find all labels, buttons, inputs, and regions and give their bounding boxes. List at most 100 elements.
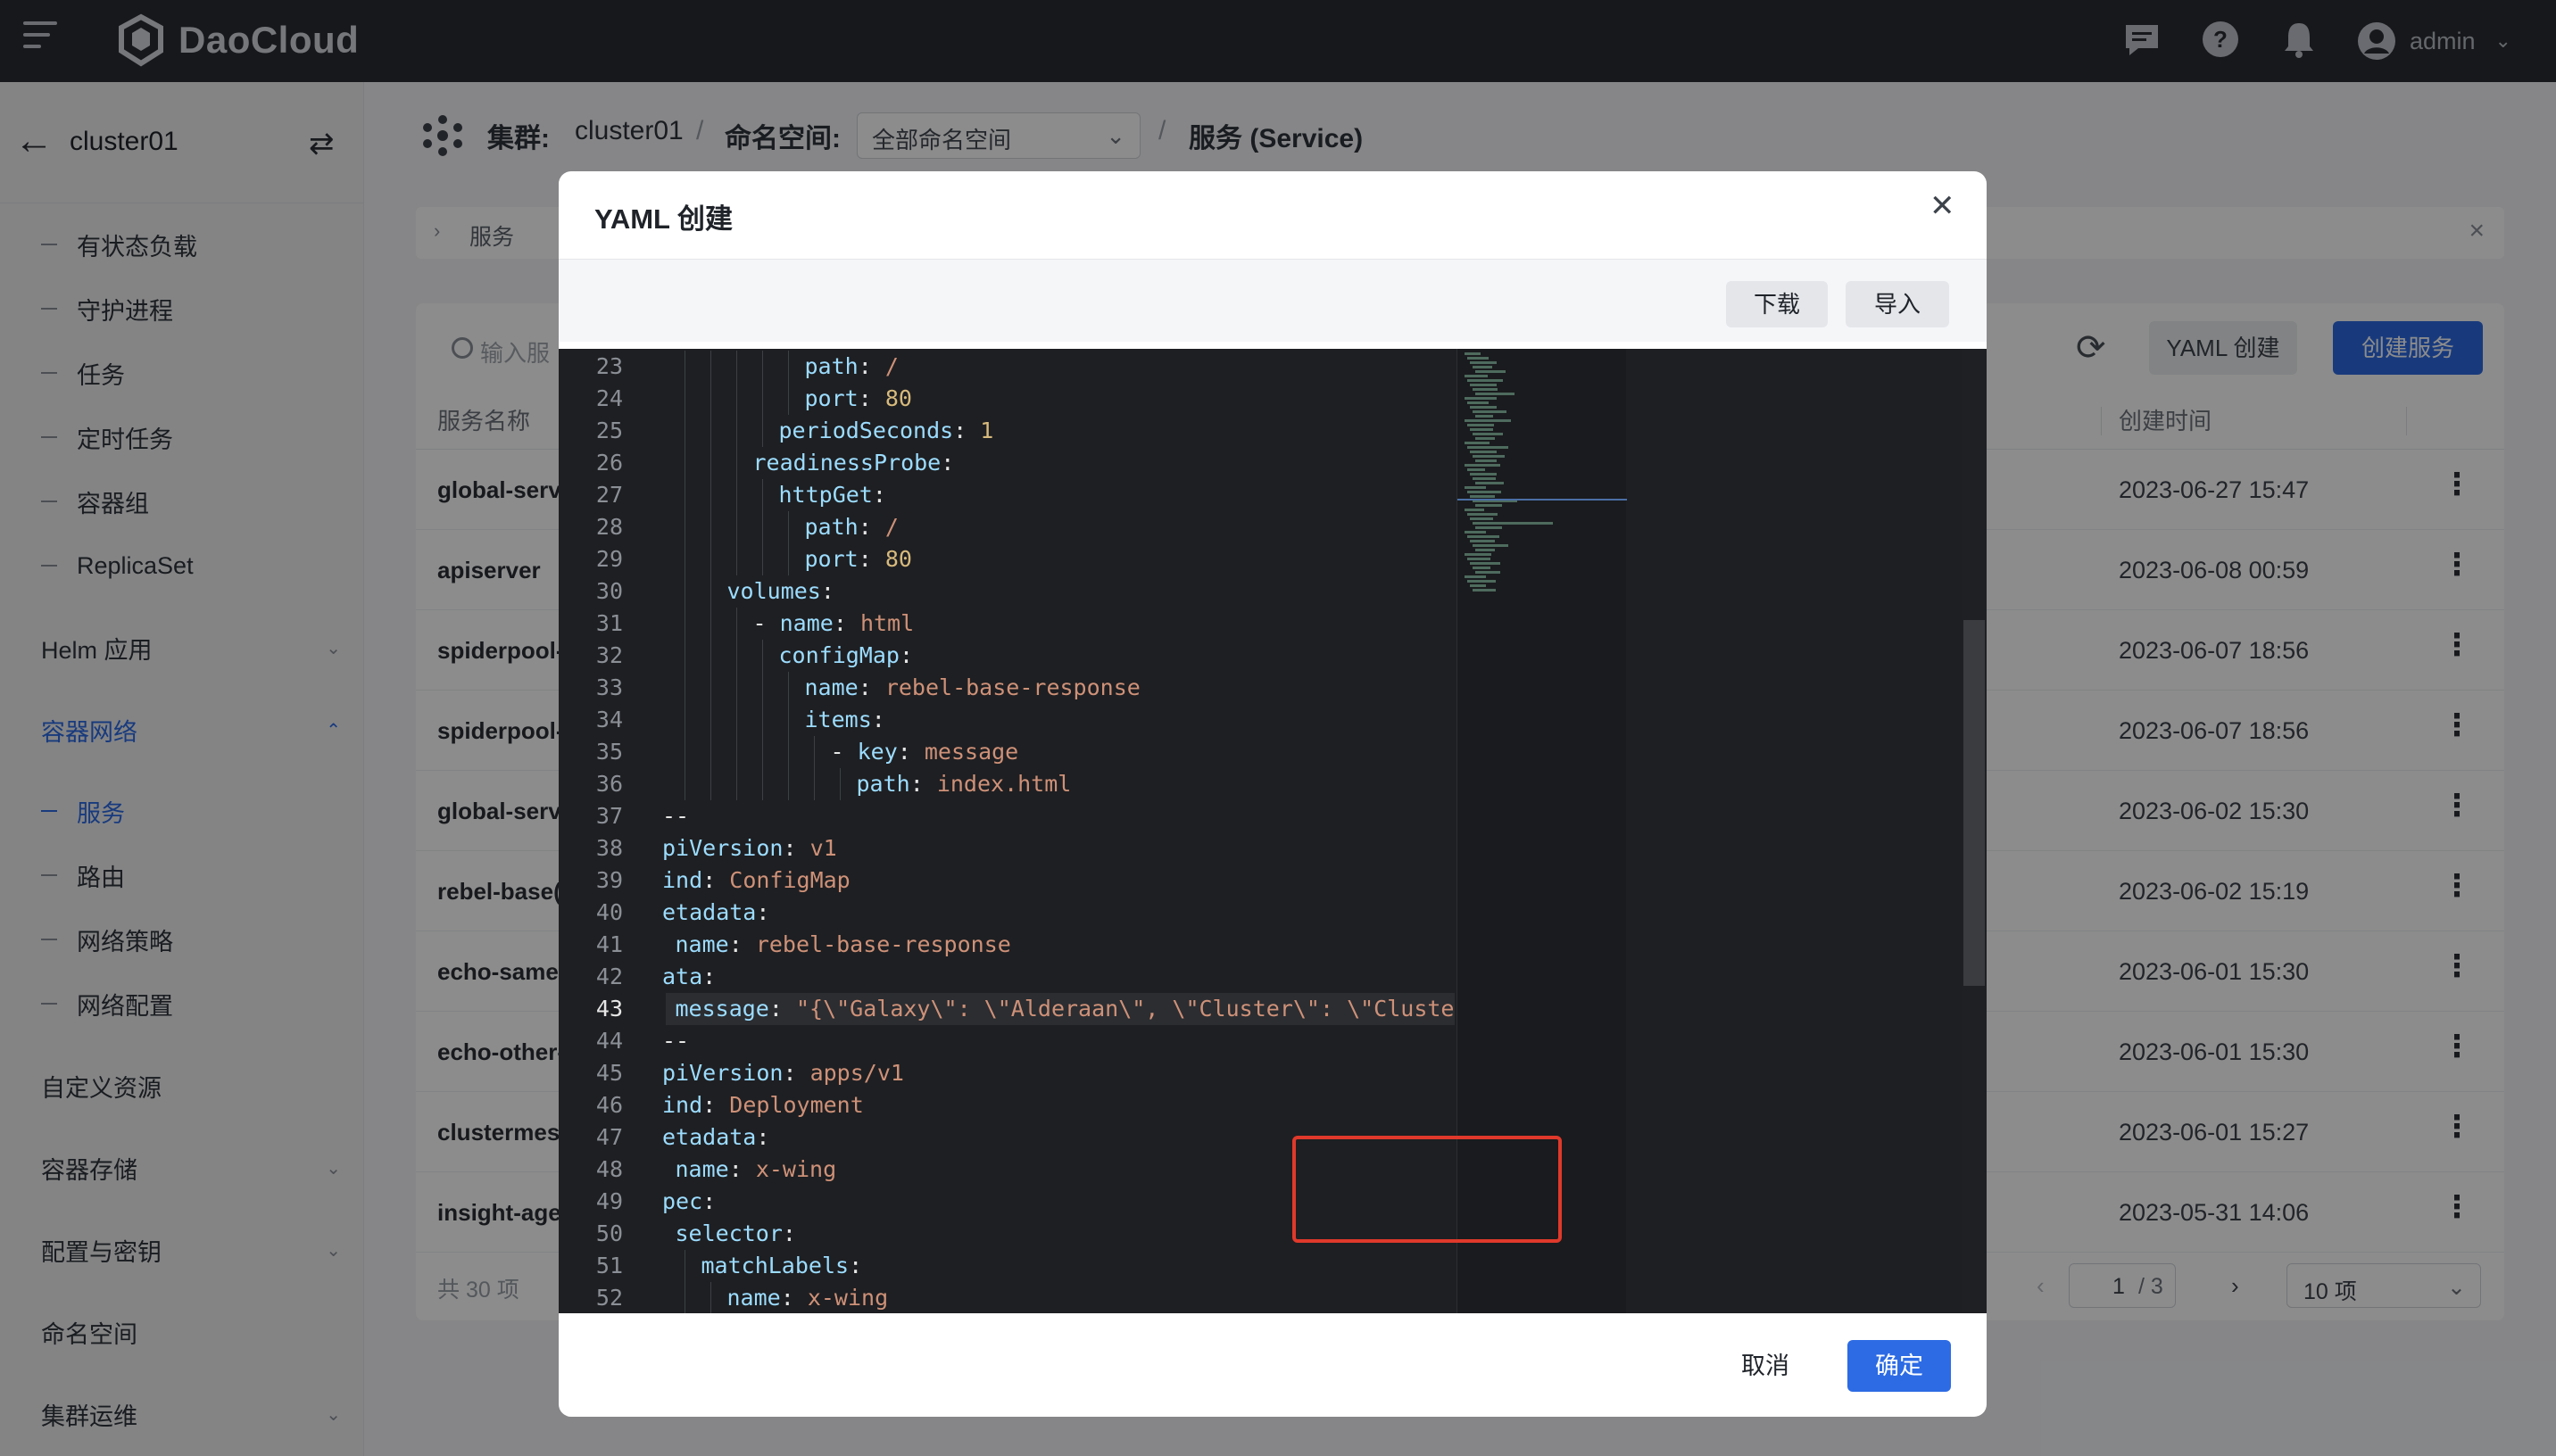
indent-guide — [710, 672, 711, 704]
editor-scrollbar[interactable] — [1962, 349, 1987, 1313]
indent-guide — [787, 736, 789, 768]
line-number: 51 — [595, 1253, 623, 1278]
line-number: 35 — [595, 739, 623, 765]
minimap-line — [1465, 575, 1486, 578]
minimap-line — [1467, 468, 1485, 471]
indent-guide — [735, 768, 737, 800]
indent-guide — [710, 479, 711, 511]
line-number: 32 — [595, 642, 623, 668]
yaml-code-editor[interactable]: 23 path: /24 port: 80 25 periodSeconds: 1 26 r… — [559, 349, 1987, 1313]
scrollbar-thumb[interactable] — [1963, 620, 1985, 986]
minimap-line — [1475, 549, 1495, 551]
code-line: ata: — [662, 964, 730, 989]
import-button[interactable]: 导入 — [1846, 281, 1949, 327]
indent-guide — [787, 704, 789, 736]
line-number: 29 — [595, 546, 623, 572]
minimap-line — [1467, 535, 1499, 538]
indent-guide — [735, 704, 737, 736]
line-number: 28 — [595, 514, 623, 540]
line-number: 39 — [595, 867, 623, 893]
minimap-line — [1470, 540, 1495, 542]
indent-guide — [761, 768, 763, 800]
minimap-line — [1475, 526, 1502, 529]
line-number: 38 — [595, 835, 623, 861]
line-number: 31 — [595, 610, 623, 636]
highlight-annotation-box — [1292, 1136, 1562, 1243]
indent-guide — [787, 351, 789, 383]
indent-guide — [710, 351, 711, 383]
minimap-line — [1470, 428, 1493, 431]
indent-guide — [761, 736, 763, 768]
indent-guide — [735, 672, 737, 704]
line-number: 26 — [595, 450, 623, 476]
minimap-line — [1473, 522, 1553, 525]
minimap-line — [1467, 401, 1489, 404]
minimap-line — [1473, 366, 1492, 368]
minimap-line — [1467, 446, 1508, 449]
minimap-line — [1467, 424, 1494, 426]
minimap-line — [1473, 477, 1496, 480]
minimap-line — [1470, 473, 1497, 476]
line-number: 25 — [595, 418, 623, 443]
line-number: 52 — [595, 1285, 623, 1311]
indent-guide — [761, 640, 763, 672]
minimap-line — [1465, 509, 1484, 511]
code-line: ind: ConfigMap — [662, 867, 851, 893]
minimap-line — [1467, 580, 1496, 583]
cancel-button[interactable]: 取消 — [1721, 1340, 1810, 1392]
indent-guide — [710, 447, 711, 479]
indent-guide — [735, 640, 737, 672]
indent-guide — [839, 768, 841, 800]
minimap-line — [1465, 352, 1481, 355]
line-number: 45 — [595, 1060, 623, 1086]
minimap-line — [1473, 567, 1490, 569]
minimap-line — [1473, 410, 1506, 413]
minimap-line — [1465, 553, 1491, 556]
editor-toolbar: 下载 导入 — [559, 260, 1987, 342]
minimap-line — [1470, 495, 1495, 498]
minimap-line — [1470, 406, 1497, 409]
indent-guide — [761, 479, 763, 511]
indent-guide — [710, 736, 711, 768]
minimap-line — [1467, 558, 1490, 560]
minimap-line — [1470, 384, 1497, 386]
confirm-button[interactable]: 确定 — [1847, 1340, 1951, 1392]
minimap-line — [1465, 397, 1497, 400]
minimap-viewport-marker — [1457, 499, 1627, 500]
indent-guide — [787, 383, 789, 415]
code-line: message: "{\"Galaxy\": \"Alderaan\", \"C… — [675, 996, 1575, 1022]
code-line: -- — [662, 803, 690, 829]
minimap-line — [1470, 517, 1493, 520]
indent-guide — [787, 672, 789, 704]
code-line: name: rebel-base-response — [675, 931, 1011, 957]
line-number: 49 — [595, 1188, 623, 1214]
indent-guide — [761, 704, 763, 736]
indent-guide — [735, 511, 737, 543]
indent-guide — [710, 383, 711, 415]
line-number: 43 — [595, 996, 623, 1022]
minimap-line — [1475, 504, 1502, 507]
line-number: 50 — [595, 1220, 623, 1246]
minimap-line — [1465, 486, 1486, 489]
minimap-line — [1475, 459, 1497, 462]
indent-guide — [761, 543, 763, 575]
line-number: 46 — [595, 1092, 623, 1118]
code-line: piVersion: apps/v1 — [662, 1060, 904, 1086]
minimap-line — [1475, 482, 1504, 484]
indent-guide — [710, 1282, 711, 1313]
code-line: piVersion: v1 — [662, 835, 837, 861]
line-number: 47 — [595, 1124, 623, 1150]
close-icon[interactable]: ✕ — [1929, 191, 1955, 221]
indent-guide — [761, 383, 763, 415]
indent-guide — [710, 640, 711, 672]
download-button[interactable]: 下载 — [1726, 281, 1828, 327]
indent-guide — [735, 415, 737, 447]
minimap-line — [1470, 451, 1497, 453]
minimap-line — [1465, 464, 1500, 467]
indent-guide — [710, 511, 711, 543]
indent-guide — [710, 704, 711, 736]
minimap-line — [1465, 375, 1488, 377]
line-number: 36 — [595, 771, 623, 797]
line-number: 37 — [595, 803, 623, 829]
minimap-line — [1473, 544, 1508, 547]
